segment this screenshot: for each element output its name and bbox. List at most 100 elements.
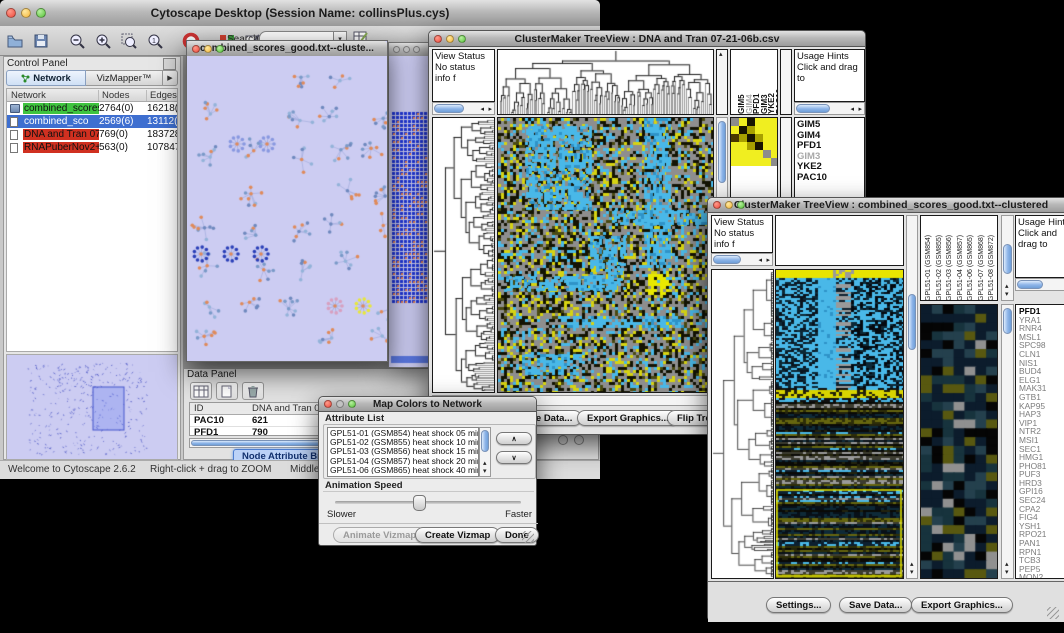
treeview1-status-hscrollbar[interactable]: ◂ ▸: [432, 102, 495, 115]
zoom-out-icon[interactable]: [64, 28, 90, 54]
scroll-right-arrow[interactable]: ▸: [488, 106, 492, 113]
matrix-cell[interactable]: [731, 158, 739, 166]
tab-network[interactable]: Network: [6, 70, 86, 86]
attribute-list-item[interactable]: GPL51-02 (GSM855) heat shock 10 min: [328, 437, 478, 446]
scroll-thumb[interactable]: [713, 255, 741, 264]
speed-slider-track[interactable]: [335, 501, 521, 504]
treeview1-row-dendrogram[interactable]: [432, 117, 495, 393]
minimize-button[interactable]: [21, 8, 31, 18]
treeview1-mini-scroll[interactable]: ▴: [716, 49, 728, 115]
scroll-up-arrow[interactable]: ▴: [1005, 561, 1009, 568]
matrix-cell[interactable]: [763, 150, 771, 158]
matrix-cell[interactable]: [755, 118, 763, 126]
resize-grip[interactable]: [522, 531, 534, 543]
treeview1-hints-hscrollbar[interactable]: ◂ ▸: [794, 102, 865, 115]
matrix-cell[interactable]: [739, 142, 747, 150]
minimize-button[interactable]: [446, 35, 454, 43]
scroll-up-arrow[interactable]: ▴: [1005, 283, 1009, 290]
scroll-thumb[interactable]: [1003, 244, 1012, 274]
minimize-button[interactable]: [725, 201, 733, 209]
zoom-button[interactable]: [216, 45, 224, 53]
move-up-button[interactable]: ∧: [496, 432, 532, 445]
matrix-cell[interactable]: [755, 134, 763, 142]
scroll-left-arrow[interactable]: ◂: [480, 106, 484, 113]
matrix-cell[interactable]: [771, 126, 778, 134]
zoom-in-icon[interactable]: [90, 28, 116, 54]
close-button[interactable]: [6, 8, 16, 18]
treeview2-status-hscrollbar[interactable]: ◂ ▸: [711, 253, 773, 266]
treeview2-hints-hscrollbar[interactable]: [1015, 278, 1064, 291]
treeview2-labels-vscrollbar[interactable]: ▴ ▾: [1001, 215, 1014, 301]
matrix-cell[interactable]: [747, 118, 755, 126]
matrix-cell[interactable]: [763, 118, 771, 126]
zoom-button[interactable]: [36, 8, 46, 18]
matrix-cell[interactable]: [739, 150, 747, 158]
scroll-right-arrow[interactable]: ▸: [766, 257, 770, 264]
tab-vizmapper[interactable]: VizMapper™: [86, 70, 163, 86]
attribute-list-item[interactable]: GPL51-03 (GSM856) heat shock 15 min: [328, 446, 478, 455]
trash-icon[interactable]: [242, 382, 264, 400]
matrix-cell[interactable]: [731, 150, 739, 158]
scroll-thumb[interactable]: [1017, 280, 1043, 289]
treeview1-zoom-matrix[interactable]: [731, 118, 778, 166]
close-button[interactable]: [192, 45, 200, 53]
network-table-row[interactable]: RNAPuberNov2+!563(0)107847(0): [7, 141, 177, 154]
attribute-list[interactable]: GPL51-01 (GSM854) heat shock 05 minGPL51…: [327, 427, 479, 477]
network-table-row[interactable]: combined_scores2764(0)16218(0): [7, 102, 177, 115]
network-table-header[interactable]: Network Nodes Edges: [7, 89, 177, 102]
network-overview-birdseye[interactable]: [6, 354, 178, 460]
scroll-left-arrow[interactable]: ◂: [758, 257, 762, 264]
matrix-cell[interactable]: [755, 126, 763, 134]
scroll-thumb[interactable]: [796, 104, 830, 113]
close-button[interactable]: [324, 400, 332, 408]
zoom-button[interactable]: [458, 35, 466, 43]
treeview2-title-bar[interactable]: ClusterMaker TreeView : combined_scores_…: [708, 198, 1064, 213]
treeview1-title-bar[interactable]: ClusterMaker TreeView : DNA and Tran 07-…: [429, 31, 865, 47]
matrix-cell[interactable]: [763, 142, 771, 150]
scroll-thumb[interactable]: [481, 430, 489, 452]
matrix-cell[interactable]: [755, 150, 763, 158]
matrix-cell[interactable]: [739, 118, 747, 126]
tab-overflow-arrow[interactable]: ▶: [163, 70, 178, 86]
new-document-icon[interactable]: [216, 382, 238, 400]
network-table-row[interactable]: DNA and Tran 07769(0)183728(0): [7, 128, 177, 141]
scroll-thumb[interactable]: [908, 294, 916, 350]
scroll-up-arrow[interactable]: ▴: [910, 561, 914, 568]
matrix-cell[interactable]: [771, 158, 778, 166]
close-button[interactable]: [393, 46, 400, 53]
treeview1-column-dendrogram[interactable]: [497, 49, 714, 115]
zoom-fit-icon[interactable]: [116, 28, 142, 54]
matrix-cell[interactable]: [747, 158, 755, 166]
scroll-up-arrow[interactable]: ▴: [719, 51, 723, 58]
table-grid-icon[interactable]: [190, 382, 212, 400]
zoom-button[interactable]: [413, 46, 420, 53]
panel-circle-icon[interactable]: [558, 435, 568, 445]
matrix-cell[interactable]: [739, 158, 747, 166]
scroll-thumb[interactable]: [1003, 308, 1012, 334]
scroll-thumb[interactable]: [434, 104, 464, 113]
minimize-button[interactable]: [403, 46, 410, 53]
scroll-thumb[interactable]: [718, 121, 726, 183]
matrix-cell[interactable]: [747, 142, 755, 150]
treeview1-mini-scroll2[interactable]: [780, 49, 792, 115]
dense-network-view[interactable]: [389, 56, 433, 367]
save-icon[interactable]: [28, 28, 54, 54]
zoom-button[interactable]: [737, 201, 745, 209]
matrix-cell[interactable]: [755, 142, 763, 150]
matrix-cell[interactable]: [739, 134, 747, 142]
scroll-left-arrow[interactable]: ◂: [850, 106, 854, 113]
create-vizmap-button[interactable]: Create Vizmap: [415, 527, 500, 543]
matrix-cell[interactable]: [731, 142, 739, 150]
scroll-down-arrow[interactable]: ▾: [1005, 291, 1009, 298]
resize-grip[interactable]: [1047, 607, 1059, 619]
network-window-title-bar[interactable]: combined_scores_good.txt--cluste...: [187, 41, 387, 57]
export-graphics-button[interactable]: Export Graphics...: [911, 597, 1013, 613]
matrix-cell[interactable]: [731, 134, 739, 142]
zoom-selected-icon[interactable]: 1: [142, 28, 168, 54]
matrix-cell[interactable]: [731, 126, 739, 134]
matrix-cell[interactable]: [731, 118, 739, 126]
open-folder-icon[interactable]: [2, 28, 28, 54]
minimize-button[interactable]: [336, 400, 344, 408]
treeview2-row-dendrogram[interactable]: [711, 269, 774, 579]
matrix-cell[interactable]: [771, 118, 778, 126]
